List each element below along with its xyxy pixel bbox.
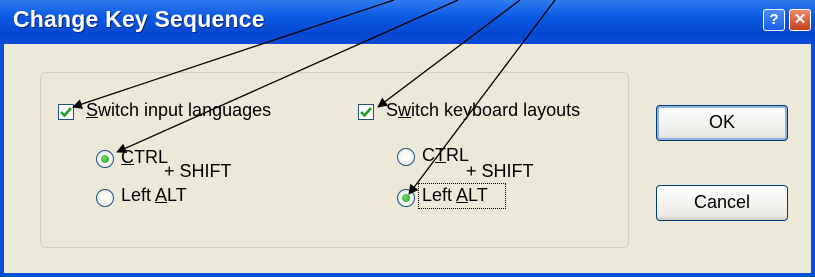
- change-key-sequence-dialog: Change Key Sequence ? ✕ Switch input lan…: [0, 0, 815, 277]
- annotation-arrows: [72, 0, 556, 195]
- arrow-line: [72, 0, 395, 109]
- arrow-line: [116, 0, 459, 153]
- arrow-line: [377, 0, 521, 108]
